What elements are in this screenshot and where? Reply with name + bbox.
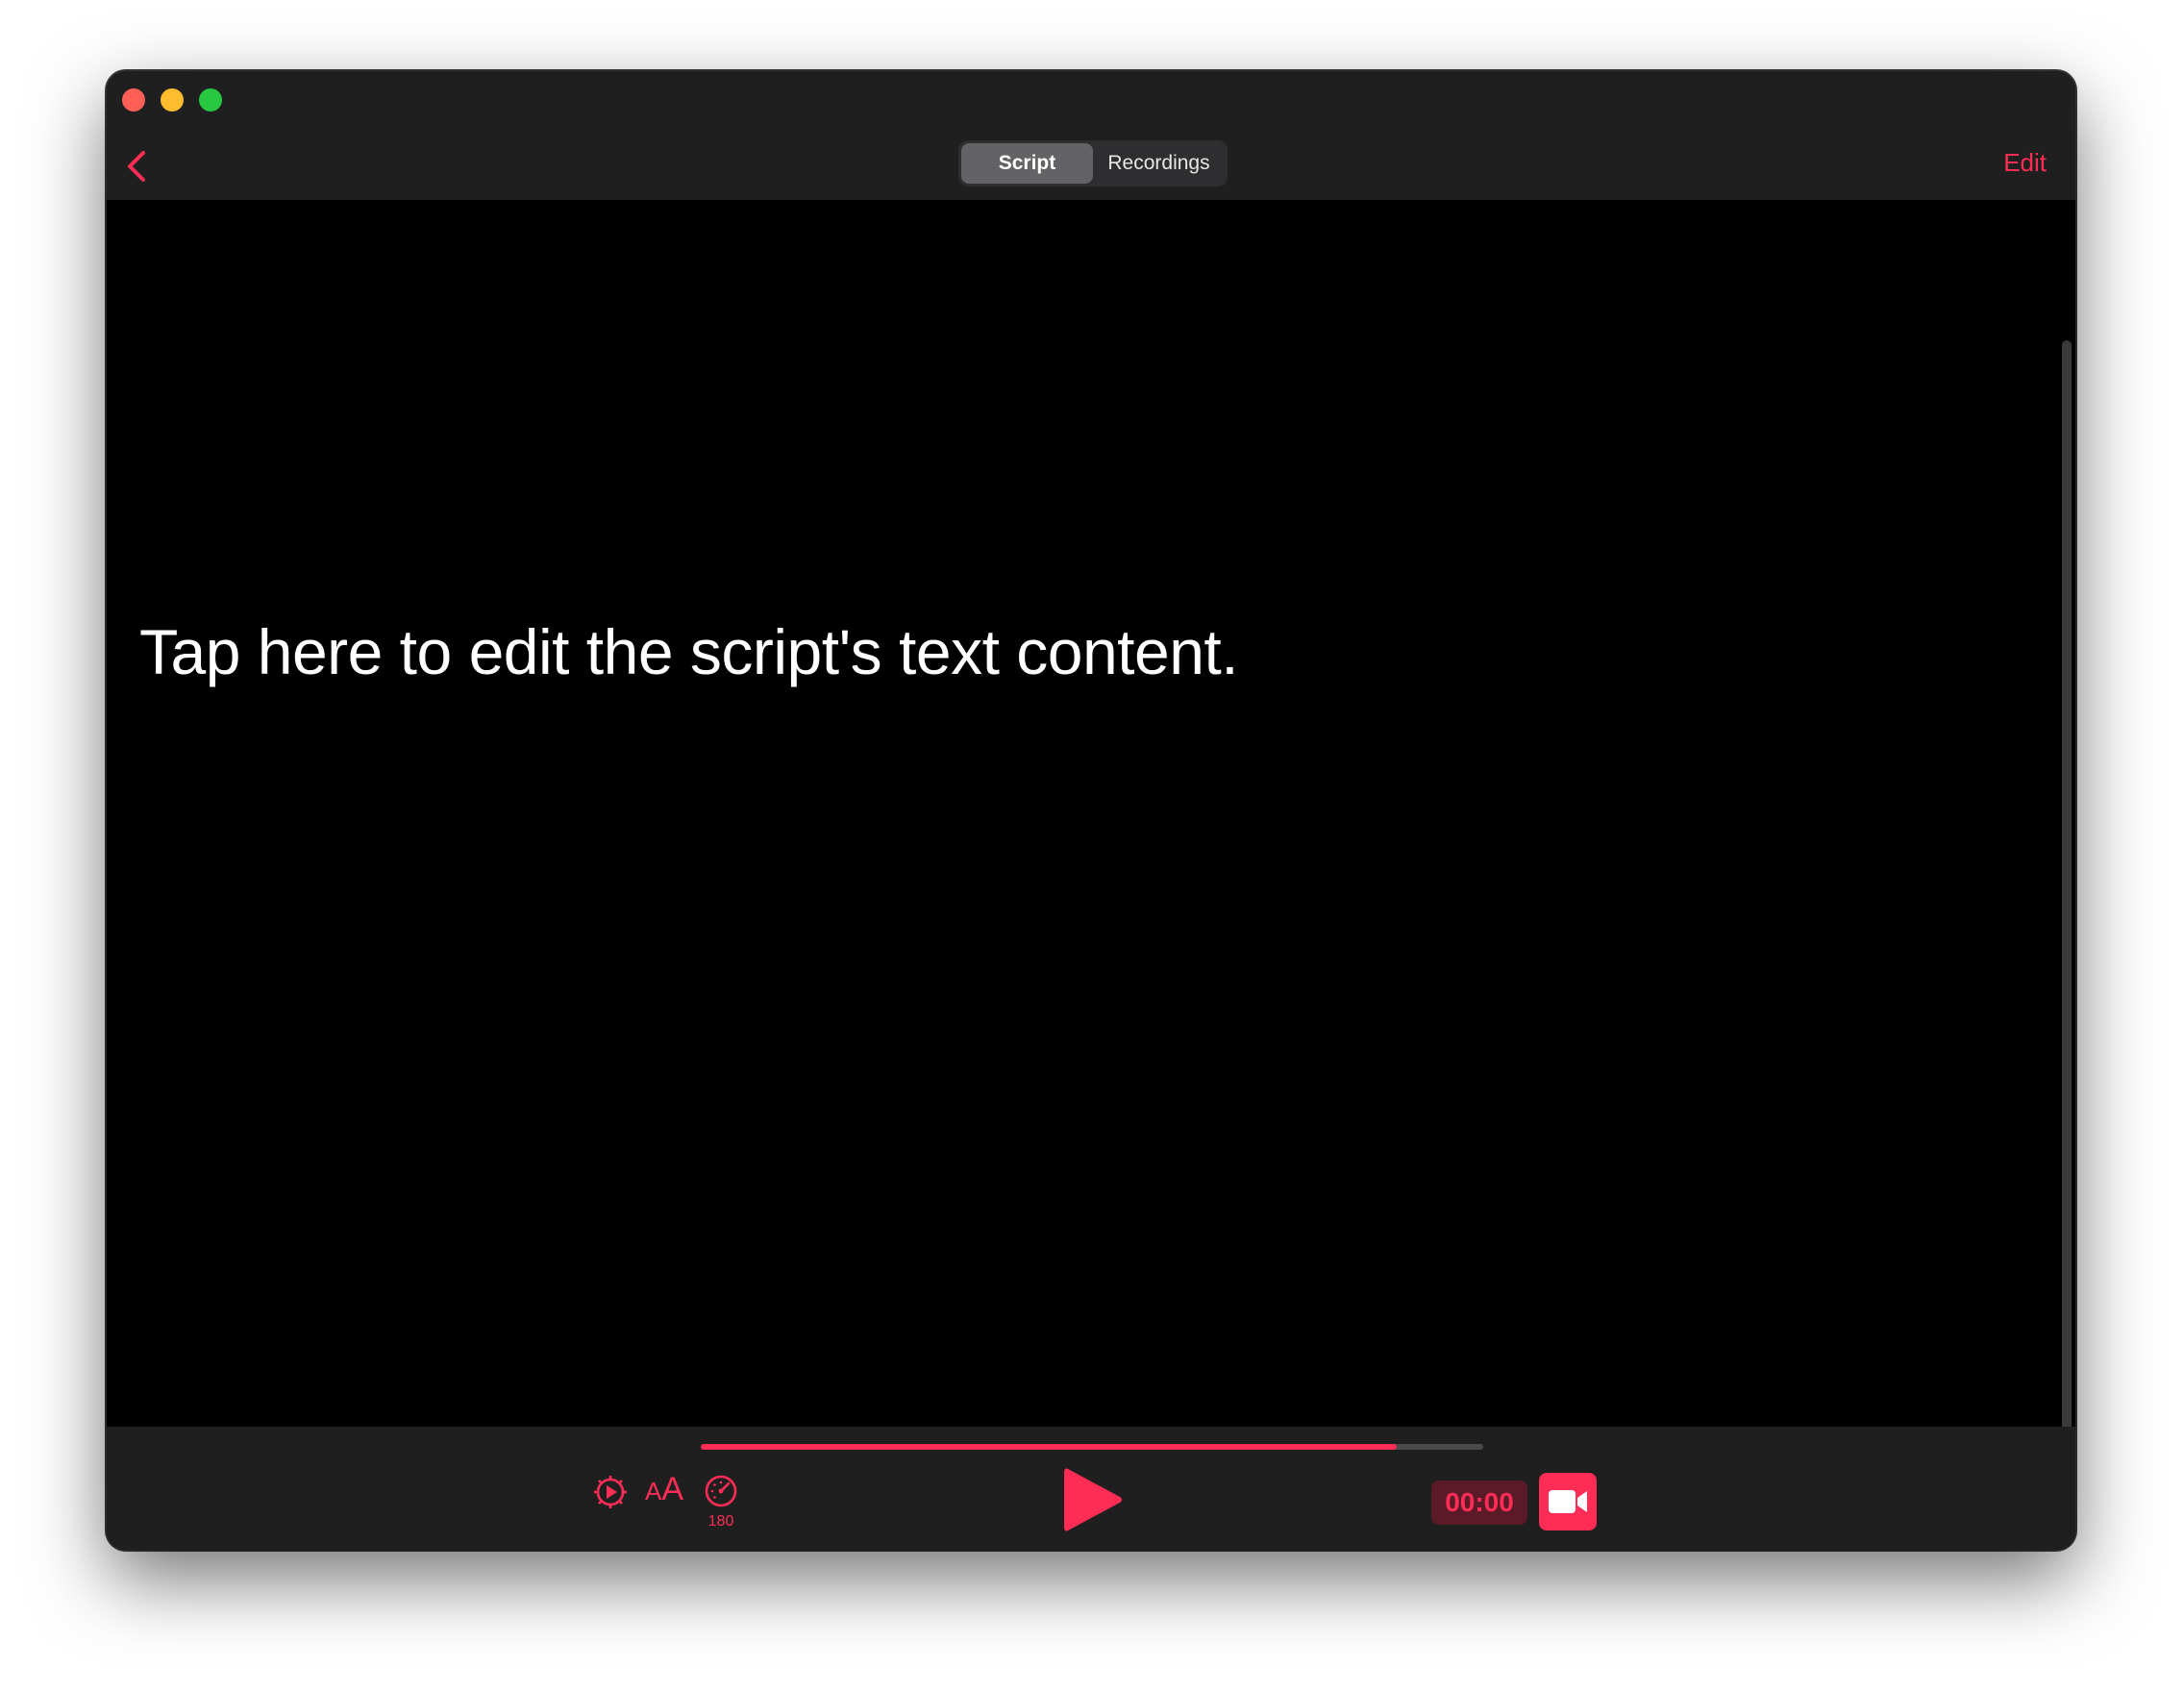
tab-recordings[interactable]: Recordings: [1093, 143, 1225, 184]
settings-button[interactable]: [591, 1473, 630, 1511]
edit-button[interactable]: Edit: [2003, 148, 2047, 178]
script-area[interactable]: Tap here to edit the script's text conte…: [107, 200, 2075, 1500]
font-size-icon-big: A: [661, 1471, 684, 1507]
vertical-scrollbar[interactable]: [2062, 340, 2072, 1500]
minimize-window-button[interactable]: [161, 88, 184, 112]
progress-fill: [701, 1444, 1398, 1450]
back-button[interactable]: [122, 148, 153, 185]
play-button[interactable]: [1062, 1465, 1124, 1534]
script-text[interactable]: Tap here to edit the script's text conte…: [139, 615, 1239, 688]
record-video-button[interactable]: [1539, 1473, 1597, 1530]
chevron-left-icon: [128, 151, 145, 182]
tab-script[interactable]: Script: [961, 143, 1093, 184]
gear-play-icon: [594, 1476, 627, 1508]
close-window-button[interactable]: [122, 88, 145, 112]
speedometer-icon: [705, 1475, 737, 1507]
font-size-icon-small: A: [645, 1477, 662, 1505]
app-window: Script Recordings Edit Tap here to edit …: [107, 71, 2075, 1550]
speed-value: 180: [707, 1513, 734, 1530]
video-camera-icon: [1549, 1490, 1587, 1513]
font-size-button[interactable]: AA: [645, 1471, 683, 1508]
title-bar: Script Recordings Edit: [107, 71, 2075, 200]
view-segmented-control: Script Recordings: [958, 140, 1228, 187]
speed-button[interactable]: [703, 1473, 739, 1509]
play-icon: [1064, 1468, 1122, 1531]
progress-bar[interactable]: [701, 1444, 1483, 1450]
zoom-window-button[interactable]: [199, 88, 222, 112]
recording-timer: 00:00: [1431, 1480, 1527, 1525]
playback-toolbar: AA 180 00:00: [107, 1427, 2075, 1550]
